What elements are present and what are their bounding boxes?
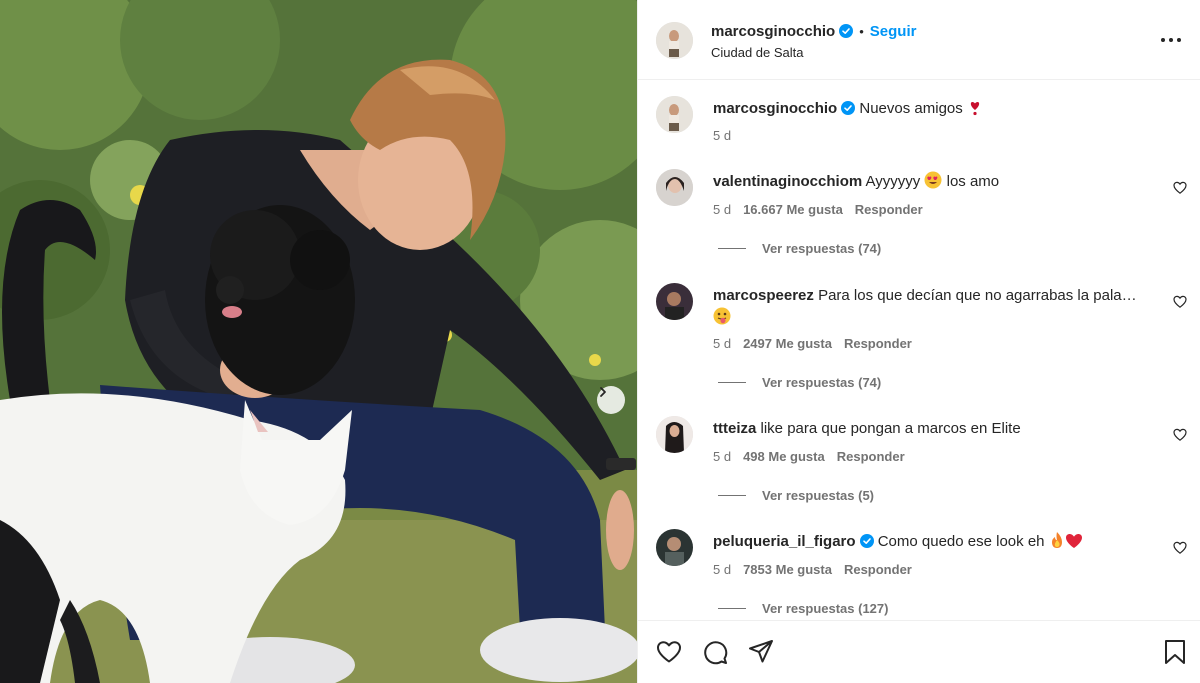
- commenter-avatar[interactable]: [656, 416, 693, 453]
- view-replies-label: Ver respuestas (74): [762, 241, 882, 256]
- commenter-username[interactable]: peluqueria_il_figaro: [713, 533, 856, 550]
- comment-meta: 5 d 7853 Me gusta Responder: [713, 562, 912, 577]
- fire-emoji-icon: [1051, 532, 1062, 548]
- carousel-next-button[interactable]: [597, 386, 625, 414]
- more-options-icon[interactable]: [1159, 30, 1183, 50]
- comment-meta: 5 d 16.667 Me gusta Responder: [713, 202, 923, 217]
- replies-divider-line: [718, 495, 746, 496]
- view-replies-button[interactable]: Ver respuestas (5): [718, 488, 874, 503]
- header-user-line: marcosginocchio • Seguir: [711, 21, 916, 41]
- bookmark-icon[interactable]: [1162, 639, 1188, 665]
- chevron-right-icon: [600, 387, 606, 397]
- heart-icon[interactable]: [1173, 428, 1187, 442]
- comment-like-count[interactable]: 2497 Me gusta: [743, 336, 832, 351]
- replies-divider-line: [718, 248, 746, 249]
- comment-text: ttteiza like para que pongan a marcos en…: [713, 418, 1153, 440]
- caption-timestamp[interactable]: 5 d: [713, 128, 731, 143]
- caption-avatar[interactable]: [656, 96, 693, 133]
- commenter-username[interactable]: ttteiza: [713, 420, 756, 437]
- comment-like-count[interactable]: 498 Me gusta: [743, 449, 825, 464]
- commenter-username[interactable]: valentinaginocchiom: [713, 173, 862, 190]
- comment-icon[interactable]: [702, 639, 728, 665]
- view-replies-label: Ver respuestas (74): [762, 375, 882, 390]
- comment-timestamp[interactable]: 5 d: [713, 202, 731, 217]
- commenter-username[interactable]: marcospeerez: [713, 287, 814, 304]
- tongue-out-emoji-icon: [713, 307, 731, 325]
- heart-icon[interactable]: [1173, 541, 1187, 555]
- post-location[interactable]: Ciudad de Salta: [711, 45, 804, 60]
- comment-timestamp[interactable]: 5 d: [713, 336, 731, 351]
- caption-body: Nuevos amigos: [859, 100, 963, 117]
- commenter-avatar[interactable]: [656, 529, 693, 566]
- replies-divider-line: [718, 382, 746, 383]
- comment-body: Para los que decían que no agarrabas la …: [818, 287, 1137, 304]
- commenter-avatar[interactable]: [656, 283, 693, 320]
- comment-meta: 5 d 498 Me gusta Responder: [713, 449, 905, 464]
- comment-text: valentinaginocchiom Ayyyyyy los amo: [713, 171, 1153, 193]
- photo-illustration: [0, 0, 637, 683]
- heart-eyes-emoji-icon: [924, 171, 942, 189]
- author-avatar[interactable]: [656, 22, 693, 59]
- comment-body: Como quedo ese look eh: [877, 533, 1045, 550]
- reply-button[interactable]: Responder: [855, 202, 923, 217]
- view-replies-label: Ver respuestas (5): [762, 488, 875, 503]
- caption-meta: 5 d: [713, 128, 731, 143]
- view-replies-button[interactable]: Ver respuestas (74): [718, 241, 881, 256]
- view-replies-label: Ver respuestas (127): [762, 601, 889, 616]
- comment-timestamp[interactable]: 5 d: [713, 562, 731, 577]
- reply-button[interactable]: Responder: [844, 562, 912, 577]
- comment-timestamp[interactable]: 5 d: [713, 449, 731, 464]
- comment-body: Ayyyyyy: [865, 173, 921, 190]
- caption-username[interactable]: marcosginocchio: [713, 100, 837, 117]
- replies-divider-line: [718, 608, 746, 609]
- reply-button[interactable]: Responder: [837, 449, 905, 464]
- heart-icon[interactable]: [1173, 295, 1187, 309]
- send-icon[interactable]: [748, 639, 774, 665]
- author-username[interactable]: marcosginocchio: [711, 23, 835, 40]
- verified-badge-icon: [841, 101, 856, 115]
- comment-text: peluqueria_il_figaro Como quedo ese look…: [713, 531, 1153, 553]
- view-replies-button[interactable]: Ver respuestas (74): [718, 375, 881, 390]
- heart-exclamation-emoji-icon: [970, 102, 980, 116]
- follow-button[interactable]: Seguir: [870, 23, 917, 40]
- comment-like-count[interactable]: 16.667 Me gusta: [743, 202, 843, 217]
- reply-button[interactable]: Responder: [844, 336, 912, 351]
- red-heart-emoji-icon: [1065, 534, 1082, 548]
- caption-text: marcosginocchio Nuevos amigos: [713, 98, 1153, 120]
- separator-dot: •: [859, 23, 864, 39]
- verified-badge-icon: [839, 24, 854, 38]
- comment-meta: 5 d 2497 Me gusta Responder: [713, 336, 912, 351]
- verified-badge-icon: [859, 534, 874, 548]
- heart-icon[interactable]: [656, 639, 682, 665]
- post-action-bar: [638, 620, 1200, 683]
- heart-icon[interactable]: [1173, 181, 1187, 195]
- post-header: marcosginocchio • Seguir Ciudad de Salta: [638, 0, 1200, 80]
- comment-body: like para que pongan a marcos en Elite: [760, 420, 1021, 437]
- view-replies-button[interactable]: Ver respuestas (127): [718, 601, 888, 616]
- post-details-panel: marcosginocchio • Seguir Ciudad de Salta…: [637, 0, 1200, 683]
- comment-like-count[interactable]: 7853 Me gusta: [743, 562, 832, 577]
- comment-text: marcospeerez Para los que decían que no …: [713, 285, 1153, 329]
- comment-body-continued: los amo: [946, 173, 1000, 190]
- commenter-avatar[interactable]: [656, 169, 693, 206]
- post-photo[interactable]: [0, 0, 637, 683]
